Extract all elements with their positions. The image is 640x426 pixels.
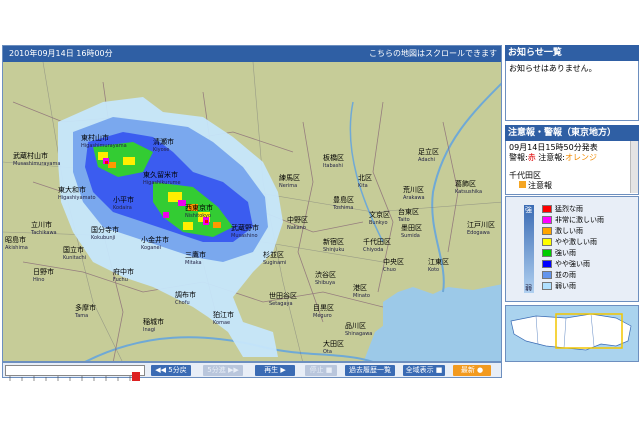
- legend-row: 弱い雨: [542, 282, 576, 291]
- ward-label: 葛飾区 Katsushika: [455, 180, 483, 195]
- warning-area-status: 注意報: [509, 181, 635, 191]
- place-label: 小金井市 Koganei: [141, 236, 169, 251]
- ward-label: 墨田区 Sumida: [401, 224, 422, 239]
- legend-row: 激しい雨: [542, 227, 583, 236]
- ward-label: 中央区 Chuo: [383, 258, 404, 273]
- place-label: 国立市 Kunitachi: [63, 246, 87, 261]
- ward-label: 品川区 Shinagawa: [345, 322, 373, 337]
- place-label: 立川市 Tachikawa: [31, 221, 57, 236]
- notice-panel-body[interactable]: お知らせはありません。: [505, 61, 639, 121]
- ward-label: 中野区 Nakano: [287, 216, 308, 231]
- notice-panel-title: お知らせ一覧: [505, 45, 639, 61]
- map-timestamp: 2010年09月14日 16時00分: [9, 49, 113, 58]
- ward-label: 北区 Kita: [358, 174, 372, 189]
- legend-swatch: [542, 249, 552, 257]
- latest-button[interactable]: 最新 ●: [453, 365, 491, 376]
- forward-5min-button[interactable]: 5分進 ▶▶: [203, 365, 243, 376]
- legend-swatch: [542, 282, 552, 290]
- intensity-bar: [524, 205, 534, 293]
- ward-label: 新宿区 Shinjuku: [323, 238, 345, 253]
- legend-swatch: [542, 238, 552, 246]
- app-frame: 2010年09月14日 16時00分 こちらの地図はスクロールできます 東村山市…: [0, 0, 640, 426]
- place-label: 多摩市 Tama: [75, 304, 96, 319]
- legend-row: 猛烈な雨: [542, 205, 583, 214]
- place-label: 西東京市 Nishitokyo: [185, 204, 213, 219]
- back-5min-button[interactable]: ◀◀ 5分戻: [151, 365, 191, 376]
- legend-row: やや激しい雨: [542, 238, 597, 247]
- warning-issued: 09月14日15時50分発表: [509, 143, 598, 152]
- place-label: 府中市 Fuchu: [113, 268, 134, 283]
- place-label: 武蔵村山市 Musashimurayama: [13, 152, 61, 167]
- legend-swatch: [542, 216, 552, 224]
- ward-label: 大田区 Ota: [323, 340, 344, 355]
- timeline-slider[interactable]: [5, 365, 145, 381]
- place-label: 小平市 Kodaira: [113, 196, 134, 211]
- play-button[interactable]: 再生 ▶: [255, 365, 295, 376]
- legend-weak-label: 弱: [525, 284, 532, 292]
- scroll-notice: こちらの地図はスクロールできます: [369, 49, 497, 58]
- legend-swatch: [542, 205, 552, 213]
- legend-row: やや強い雨: [542, 260, 590, 269]
- place-label: 東村山市 Higashimurayama: [81, 134, 127, 149]
- ward-label: 世田谷区 Setagaya: [269, 292, 297, 307]
- place-label: 東大和市 Higashiyamato: [58, 186, 96, 201]
- ward-label: 港区 Minato: [353, 284, 370, 299]
- legend-row: 非常に激しい雨: [542, 216, 604, 225]
- place-label: 武蔵野市 Musashino: [231, 224, 259, 239]
- legend-row: 並の雨: [542, 271, 576, 280]
- history-button[interactable]: 過去履歴一覧: [345, 365, 395, 376]
- ward-label: 文京区 Bunkyo: [369, 211, 390, 226]
- ward-label: 荒川区 Arakawa: [403, 186, 425, 201]
- place-label: 昭島市 Akishima: [5, 236, 28, 251]
- warning-key: 警報:赤 注意報:オレンジ: [509, 153, 597, 162]
- advisory-icon: [519, 181, 526, 188]
- place-label: 清瀬市 Kiyose: [153, 138, 174, 153]
- ward-label: 千代田区 Chiyoda: [363, 238, 391, 253]
- ward-label: 江戸川区 Edogawa: [467, 221, 495, 236]
- legend-swatch: [542, 227, 552, 235]
- place-label: 東久留米市 Higashikurume: [143, 171, 181, 186]
- warning-panel-title: 注意報・警報（東京地方）: [505, 125, 639, 141]
- ward-label: 渋谷区 Shibuya: [315, 271, 336, 286]
- ward-label: 板橋区 Itabashi: [323, 154, 344, 169]
- warning-scrollbar[interactable]: [630, 141, 638, 193]
- rain-radar-map[interactable]: 2010年09月14日 16時00分 こちらの地図はスクロールできます 東村山市…: [2, 45, 502, 362]
- place-label: 三鷹市 Mitaka: [185, 251, 206, 266]
- ward-label: 杉並区 Suginami: [263, 251, 287, 266]
- fullscreen-button[interactable]: 全域表示 ■: [403, 365, 445, 376]
- notice-text: お知らせはありません。: [509, 64, 597, 73]
- legend-strong-label: 強: [525, 206, 532, 214]
- place-label: 国分寺市 Kokubunji: [91, 226, 119, 241]
- sidebar: お知らせ一覧 お知らせはありません。 注意報・警報（東京地方） 09月14日15…: [505, 45, 639, 195]
- legend-swatch: [542, 271, 552, 279]
- place-label: 日野市 Hino: [33, 268, 54, 283]
- stop-button[interactable]: 停止 ■: [305, 365, 337, 376]
- warning-panel-body[interactable]: 09月14日15時50分発表 警報:赤 注意報:オレンジ 千代田区 注意報: [505, 141, 639, 195]
- ward-label: 江東区 Koto: [428, 258, 449, 273]
- legend-row: 強い雨: [542, 249, 576, 258]
- overview-minimap[interactable]: [505, 305, 639, 362]
- map-header: 2010年09月14日 16時00分 こちらの地図はスクロールできます: [3, 46, 501, 62]
- place-label: 稲城市 Inagi: [143, 318, 164, 333]
- place-label: 狛江市 Komae: [213, 311, 234, 326]
- ward-label: 足立区 Adachi: [418, 148, 439, 163]
- ward-label: 練馬区 Nerima: [279, 174, 300, 189]
- rain-legend: 強 弱 猛烈な雨 非常に激しい雨 激しい雨 やや激しい雨 強い雨 やや強い雨 並…: [505, 196, 639, 302]
- warning-area: 千代田区: [509, 171, 541, 180]
- place-label: 調布市 Chofu: [175, 291, 196, 306]
- ward-label: 目黒区 Meguro: [313, 304, 334, 319]
- legend-swatch: [542, 260, 552, 268]
- playback-toolbar: ◀◀ 5分戻 5分進 ▶▶ 再生 ▶ 停止 ■ 過去履歴一覧 全域表示 ■ 最新…: [2, 362, 502, 381]
- ward-label: 台東区 Taito: [398, 208, 419, 223]
- ward-label: 豊島区 Toshima: [333, 196, 354, 211]
